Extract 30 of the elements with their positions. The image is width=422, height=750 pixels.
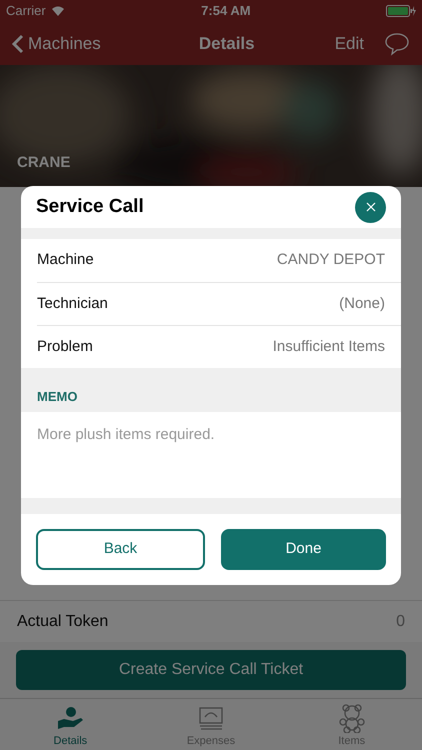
carrier-label: Carrier bbox=[6, 2, 46, 20]
teddy-bear-icon bbox=[336, 702, 367, 732]
nav-back-link[interactable]: Machines bbox=[12, 30, 101, 56]
create-ticket-button[interactable]: Create Service Call Ticket bbox=[16, 650, 406, 690]
field-value: (None) bbox=[339, 294, 385, 314]
field-label: Machine bbox=[37, 250, 94, 270]
field-row[interactable]: Technician (None) bbox=[37, 282, 401, 325]
tab[interactable]: Details bbox=[0, 699, 141, 750]
memo-field[interactable]: More plush items required. bbox=[21, 412, 401, 498]
edit-button[interactable]: Edit bbox=[334, 30, 364, 56]
field-value: Insufficient Items bbox=[272, 336, 385, 357]
wifi-icon bbox=[50, 5, 66, 17]
chevron-left-icon bbox=[12, 34, 24, 54]
clock: 7:54 AM bbox=[201, 2, 251, 20]
field-row[interactable]: Machine CANDY DEPOT bbox=[37, 239, 401, 282]
dialog-title: Service Call bbox=[36, 194, 144, 219]
dialog-button[interactable]: Back bbox=[36, 529, 205, 570]
close-icon bbox=[366, 202, 376, 212]
speech-bubble-icon[interactable] bbox=[384, 32, 410, 56]
row-value: 0 bbox=[396, 612, 405, 632]
field-label: Technician bbox=[37, 294, 108, 314]
close-button[interactable] bbox=[355, 192, 386, 222]
dialog-button[interactable]: Done bbox=[221, 529, 386, 570]
machine-type-label: CRANE bbox=[17, 153, 70, 173]
row-label: Actual Token bbox=[17, 612, 108, 632]
screen-title: Details bbox=[198, 32, 256, 55]
battery-icon bbox=[386, 5, 416, 17]
field-label: Problem bbox=[37, 336, 93, 357]
field-value: CANDY DEPOT bbox=[276, 250, 385, 270]
memo-header: MEMO bbox=[37, 388, 78, 406]
